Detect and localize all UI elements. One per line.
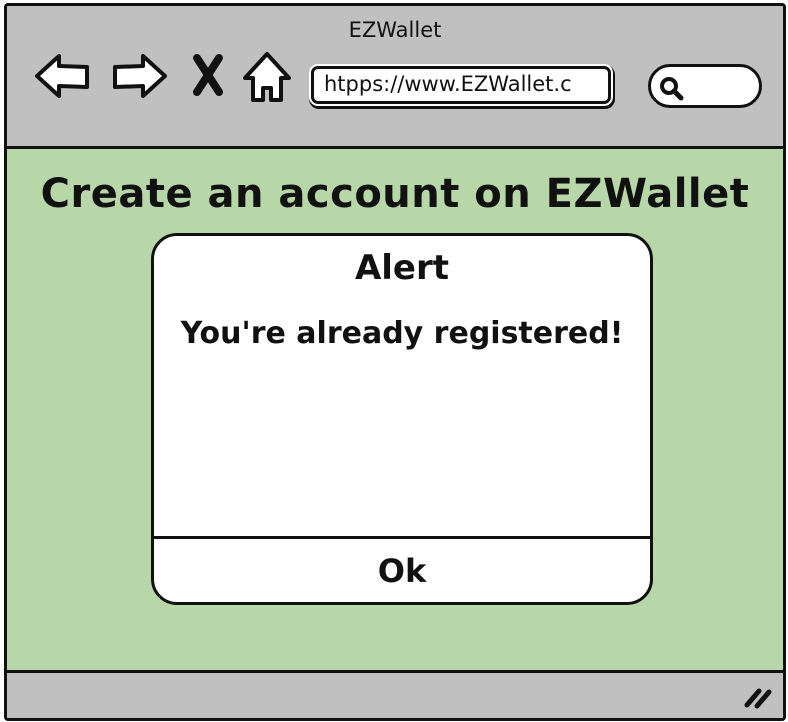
alert-title: Alert	[354, 248, 450, 288]
forward-arrow-icon[interactable]	[109, 46, 169, 106]
back-arrow-icon[interactable]	[33, 46, 93, 106]
alert-dialog: Alert You're already registered! Ok	[151, 233, 653, 605]
home-icon[interactable]	[237, 46, 297, 106]
page-content: Create an account on EZWallet Alert You'…	[7, 149, 783, 673]
window-title: EZWallet	[348, 18, 442, 42]
close-x-icon[interactable]	[183, 46, 243, 106]
alert-message: You're already registered!	[180, 316, 624, 351]
status-bar	[7, 673, 783, 718]
browser-window: EZWallet htpps://www.EZWallet.c Create a…	[4, 3, 786, 721]
browser-toolbar: EZWallet htpps://www.EZWallet.c	[7, 6, 783, 149]
url-input[interactable]: htpps://www.EZWallet.c	[311, 66, 611, 104]
magnifier-icon	[660, 77, 684, 101]
ok-button[interactable]: Ok	[154, 539, 650, 602]
search-field[interactable]	[648, 64, 762, 108]
page-title: Create an account on EZWallet	[40, 171, 750, 217]
resize-grip-icon[interactable]	[743, 685, 773, 709]
